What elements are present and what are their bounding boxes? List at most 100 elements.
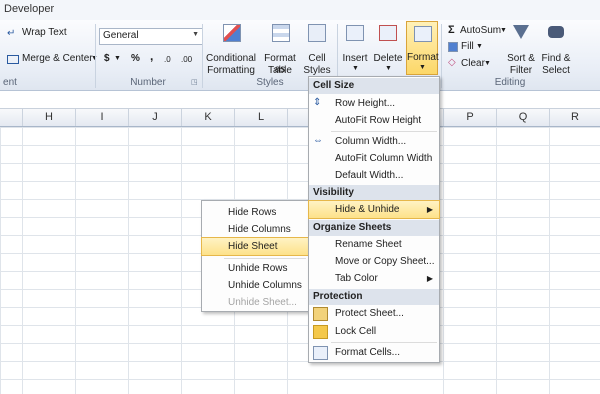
menu-item-default-width[interactable]: Default Width... bbox=[309, 167, 439, 184]
ribbon-tab-bar: Developer bbox=[0, 0, 600, 21]
menu-item-unhide-sheet: Unhide Sheet... bbox=[228, 297, 297, 308]
menu-item-lock-cell[interactable]: Lock Cell bbox=[309, 323, 439, 340]
column-header-j[interactable]: J bbox=[129, 109, 182, 126]
eraser-icon: ◇ bbox=[448, 57, 456, 68]
menu-item-row-height[interactable]: ⇕ Row Height... bbox=[309, 95, 439, 112]
chevron-down-icon: ▼ bbox=[419, 64, 426, 71]
menu-item-column-width[interactable]: ⇔ Column Width... bbox=[309, 133, 439, 150]
column-header-q[interactable]: Q bbox=[497, 109, 550, 126]
find-select-label-2: Select bbox=[542, 65, 570, 76]
grid-line bbox=[181, 127, 182, 394]
decrease-decimal-button[interactable]: .00 bbox=[181, 54, 192, 65]
merge-center-label: Merge & Center bbox=[22, 53, 93, 64]
sort-filter-button[interactable]: Sort & Filter bbox=[504, 22, 538, 76]
hide-unhide-submenu: Hide Rows Hide Columns Hide Sheet Unhide… bbox=[201, 200, 309, 312]
chevron-down-icon: ▼ bbox=[476, 43, 483, 50]
cell-styles-label-1: Cell bbox=[308, 53, 326, 64]
number-format-dropdown[interactable]: General ▼ bbox=[99, 28, 203, 45]
row-height-icon: ⇕ bbox=[313, 97, 322, 108]
merge-center-button[interactable]: Merge & Center ▼ bbox=[4, 52, 98, 66]
fill-button[interactable]: Fill ▼ bbox=[447, 40, 487, 54]
table-icon bbox=[272, 24, 290, 42]
format-dropdown-menu: Cell Size ⇕ Row Height... AutoFit Row He… bbox=[308, 76, 440, 363]
submenu-arrow-icon: ▶ bbox=[426, 205, 433, 214]
column-header-h[interactable]: H bbox=[23, 109, 76, 126]
menu-item-label: Tab Color bbox=[335, 273, 378, 284]
formula-bar[interactable] bbox=[0, 91, 600, 109]
menu-item-rename-sheet[interactable]: Rename Sheet bbox=[309, 236, 439, 253]
menu-item-format-cells[interactable]: Format Cells... bbox=[309, 344, 439, 361]
grid-line bbox=[128, 127, 129, 394]
sigma-icon: Σ bbox=[448, 24, 455, 36]
percent-button[interactable]: % bbox=[131, 53, 140, 64]
conditional-formatting-label-1: Conditional bbox=[205, 53, 257, 64]
tab-developer[interactable]: Developer bbox=[4, 3, 54, 15]
column-header-p[interactable]: P bbox=[444, 109, 497, 126]
menu-item-hide-columns[interactable]: Hide Columns bbox=[202, 221, 308, 238]
menu-item-autofit-column-width[interactable]: AutoFit Column Width bbox=[309, 150, 439, 167]
menu-item-unhide-rows[interactable]: Unhide Rows bbox=[202, 260, 308, 277]
wrap-text-button[interactable]: ↵ Wrap Text bbox=[4, 26, 94, 40]
column-header-k[interactable]: K bbox=[182, 109, 235, 126]
menu-item-label: Hide & Unhide bbox=[335, 204, 400, 215]
format-as-table-button[interactable]: Format as Table bbox=[258, 22, 302, 76]
delete-label: Delete bbox=[373, 53, 403, 64]
menu-item-hide-sheet[interactable]: Hide Sheet bbox=[201, 237, 309, 256]
format-button[interactable]: Format ▼ bbox=[406, 21, 439, 75]
column-header-i[interactable]: I bbox=[76, 109, 129, 126]
column-header-blank bbox=[0, 109, 23, 126]
find-select-button[interactable]: Find & Select bbox=[538, 22, 574, 76]
delete-cells-icon bbox=[379, 25, 397, 41]
grid-line bbox=[75, 127, 76, 394]
currency-button[interactable]: $ bbox=[104, 53, 110, 64]
format-label: Format bbox=[407, 52, 439, 63]
section-organize-sheets: Organize Sheets bbox=[309, 220, 439, 236]
protect-sheet-icon bbox=[313, 307, 328, 321]
grid-line bbox=[22, 127, 23, 394]
menu-item-unhide-columns[interactable]: Unhide Columns bbox=[202, 277, 308, 294]
menu-divider bbox=[331, 131, 437, 132]
increase-decimal-button[interactable]: .0 bbox=[164, 54, 171, 65]
conditional-formatting-button[interactable]: Conditional Formatting bbox=[205, 22, 257, 76]
menu-item-label: Row Height... bbox=[335, 98, 396, 109]
funnel-icon bbox=[513, 25, 529, 39]
cell-styles-icon bbox=[308, 24, 326, 42]
menu-divider bbox=[224, 258, 306, 259]
insert-label: Insert bbox=[342, 53, 368, 64]
menu-item-label: Format Cells... bbox=[335, 347, 401, 358]
conditional-formatting-icon bbox=[223, 24, 241, 42]
fill-label: Fill bbox=[461, 41, 474, 52]
menu-divider bbox=[331, 342, 437, 343]
sort-filter-label-1: Sort & bbox=[507, 53, 535, 64]
chevron-down-icon: ▼ bbox=[192, 31, 199, 38]
number-format-value: General bbox=[103, 30, 139, 41]
autosum-button[interactable]: Σ AutoSum ▼ bbox=[447, 24, 507, 38]
column-header-l[interactable]: L bbox=[235, 109, 288, 126]
chevron-down-icon: ▼ bbox=[484, 60, 491, 67]
menu-item-hide-unhide[interactable]: Hide & Unhide ▶ bbox=[308, 200, 440, 219]
menu-item-tab-color[interactable]: Tab Color ▶ bbox=[309, 270, 439, 287]
delete-button[interactable]: Delete ▼ bbox=[372, 22, 404, 74]
group-number-label: Number bbox=[130, 77, 166, 88]
group-divider bbox=[202, 24, 203, 88]
column-width-icon: ⇔ bbox=[313, 135, 323, 146]
menu-item-autofit-row-height[interactable]: AutoFit Row Height bbox=[309, 112, 439, 129]
menu-item-protect-sheet[interactable]: Protect Sheet... bbox=[309, 305, 439, 322]
ribbon: ↵ Wrap Text Merge & Center ▼ ent General… bbox=[0, 20, 600, 91]
format-cells-icon bbox=[313, 346, 328, 360]
column-header-r[interactable]: R bbox=[550, 109, 600, 126]
dialog-launcher-icon[interactable]: ◳ bbox=[191, 78, 198, 86]
lock-icon bbox=[313, 325, 328, 339]
menu-item-label: Lock Cell bbox=[335, 326, 377, 337]
group-editing-label: Editing bbox=[494, 77, 526, 88]
insert-button[interactable]: Insert ▼ bbox=[340, 22, 370, 74]
menu-item-hide-rows[interactable]: Hide Rows bbox=[202, 204, 308, 221]
cell-styles-button[interactable]: Cell Styles bbox=[302, 22, 332, 76]
comma-button[interactable]: , bbox=[150, 50, 153, 62]
wrap-text-label: Wrap Text bbox=[22, 27, 67, 38]
format-cells-icon bbox=[414, 26, 432, 42]
section-visibility: Visibility bbox=[309, 185, 439, 201]
menu-item-label: Column Width... bbox=[335, 136, 407, 147]
menu-item-move-copy-sheet[interactable]: Move or Copy Sheet... bbox=[309, 253, 439, 270]
clear-button[interactable]: ◇ Clear ▼ bbox=[447, 57, 497, 71]
